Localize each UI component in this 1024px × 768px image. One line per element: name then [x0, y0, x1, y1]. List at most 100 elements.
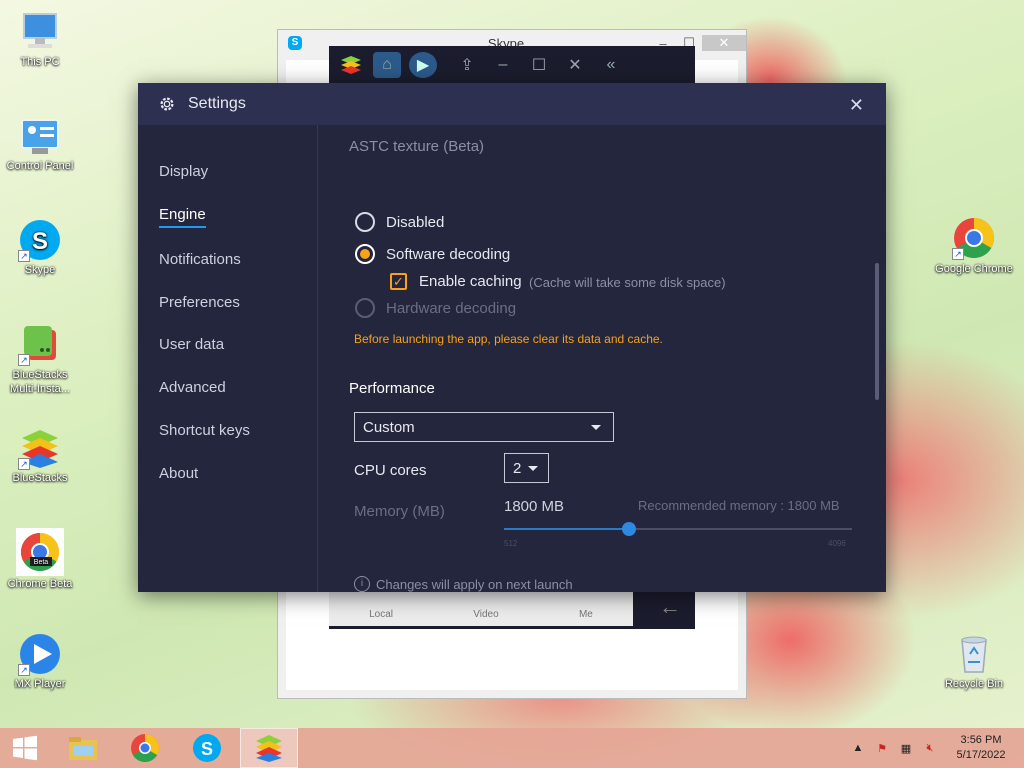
desktop-icon-google-chrome[interactable]: ↗ Google Chrome — [934, 216, 1014, 276]
tab-local[interactable]: Local — [369, 609, 393, 620]
memory-slider-fill — [504, 528, 630, 530]
desktop-icon-control-panel[interactable]: Control Panel — [0, 114, 80, 172]
cpu-cores-value: 2 — [513, 459, 522, 477]
file-explorer-icon — [69, 737, 97, 760]
radio-disabled[interactable] — [355, 212, 375, 232]
performance-heading: Performance — [349, 380, 435, 397]
skype-icon: S — [193, 734, 221, 762]
sidebar-item-user-data[interactable]: User data — [159, 336, 224, 353]
cpu-cores-dropdown[interactable]: 2 — [504, 453, 549, 483]
maximize-icon[interactable]: ☐ — [525, 52, 553, 78]
tab-me[interactable]: Me — [579, 609, 593, 620]
desktop-icon-mx-player[interactable]: ↗ MX Player — [0, 632, 80, 690]
close-icon[interactable]: ✕ — [561, 52, 589, 78]
desktop-icon-this-pc[interactable]: This PC — [0, 10, 80, 68]
bluestacks-multi-icon: ↗ — [18, 322, 62, 366]
close-icon[interactable]: ✕ — [849, 95, 864, 116]
astc-heading: ASTC texture (Beta) — [349, 138, 485, 155]
recycle-bin-icon — [952, 632, 996, 676]
volume-muted-icon[interactable]: 🔇︎ — [921, 742, 939, 755]
enable-caching-label[interactable]: Enable caching — [419, 273, 522, 290]
changes-note: Changes will apply on next launch — [376, 577, 573, 592]
skype-icon: S ↗ — [18, 218, 62, 262]
sidebar-item-display[interactable]: Display — [159, 163, 208, 180]
tab-video[interactable]: Video — [473, 609, 498, 620]
shortcut-arrow-icon: ↗ — [18, 250, 30, 262]
clock-date: 5/17/2022 — [956, 749, 1006, 761]
action-center-flag-icon[interactable]: ⚑ — [873, 742, 891, 755]
clear-cache-warning: Before launching the app, please clear i… — [354, 332, 663, 346]
desktop-icon-bluestacks-multi[interactable]: ↗ BlueStacks Multi-Insta... — [0, 322, 80, 396]
system-tray: ▲ ⚑ ▦ 🔇︎ 3:56 PM 5/17/2022 — [846, 728, 1024, 768]
svg-text:S: S — [32, 228, 48, 255]
settings-sidebar: Display Engine Notifications Preferences… — [138, 125, 318, 592]
settings-main: ASTC texture (Beta) Disabled Software de… — [318, 125, 886, 592]
taskbar-bluestacks[interactable] — [240, 728, 298, 768]
enable-caching-checkbox[interactable]: ✓ — [390, 273, 407, 290]
sidebar-item-engine[interactable]: Engine — [159, 206, 206, 228]
settings-scrollbar[interactable] — [875, 263, 879, 400]
sidebar-item-about[interactable]: About — [159, 465, 198, 482]
chrome-beta-icon: Beta — [16, 528, 64, 576]
slider-max-label: 4096 — [828, 539, 846, 548]
settings-title: Settings — [188, 95, 246, 112]
sidebar-item-notifications[interactable]: Notifications — [159, 251, 241, 268]
slider-min-label: 512 — [504, 539, 518, 548]
memory-slider[interactable] — [504, 522, 852, 536]
desktop-icon-skype[interactable]: S ↗ Skype — [0, 218, 80, 276]
skype-small-icon: S — [288, 36, 302, 50]
taskbar-chrome[interactable] — [116, 728, 174, 768]
close-button[interactable]: ✕ — [702, 35, 746, 51]
radio-disabled-label[interactable]: Disabled — [386, 214, 444, 231]
memory-slider-thumb[interactable] — [622, 522, 637, 536]
beta-badge: Beta — [34, 559, 49, 566]
settings-header: Settings ✕ — [138, 83, 886, 125]
sidebar-item-preferences[interactable]: Preferences — [159, 294, 240, 311]
install-apk-icon[interactable]: ⇪ — [453, 52, 481, 78]
bluestacks-bottom: Local Video Me ← — [329, 590, 695, 629]
network-icon[interactable]: ▦ — [897, 742, 915, 755]
radio-software-decoding[interactable] — [355, 244, 375, 264]
taskbar-clock[interactable]: 3:56 PM 5/17/2022 — [950, 733, 1012, 763]
control-panel-icon — [18, 114, 62, 158]
mx-player-icon: ↗ — [18, 632, 62, 676]
clock-time: 3:56 PM — [960, 734, 1002, 746]
sidebar-item-advanced[interactable]: Advanced — [159, 379, 226, 396]
svg-text:S: S — [201, 739, 213, 759]
desktop-icon-label: Google Chrome — [935, 263, 1013, 275]
bluestacks-icon: ↗ — [18, 426, 62, 470]
taskbar-skype[interactable]: S — [178, 728, 236, 768]
radio-software-decoding-label[interactable]: Software decoding — [386, 246, 510, 263]
chevron-down-icon — [528, 465, 538, 471]
taskbar-file-explorer[interactable] — [54, 728, 112, 768]
radio-hardware-decoding[interactable] — [355, 298, 375, 318]
back-arrow-icon[interactable]: ← — [659, 594, 681, 620]
start-button[interactable] — [0, 728, 50, 768]
desktop-icon-label: Skype — [24, 264, 56, 276]
taskbar: S ▲ ⚑ ▦ 🔇︎ 3:56 PM 5/17/2022 — [0, 728, 1024, 768]
gear-icon — [160, 97, 174, 111]
performance-preset-dropdown[interactable]: Custom — [354, 412, 614, 442]
home-icon[interactable]: ⌂ — [373, 52, 401, 78]
minimize-icon[interactable]: – — [489, 52, 517, 78]
desktop-icon-chrome-beta[interactable]: Beta Chrome Beta — [0, 528, 80, 590]
desktop-icon-recycle-bin[interactable]: Recycle Bin — [934, 632, 1014, 690]
radio-hardware-decoding-label: Hardware decoding — [386, 300, 517, 317]
chrome-icon: ↗ — [952, 216, 996, 260]
collapse-icon[interactable]: « — [597, 52, 625, 78]
bluestacks-logo-icon[interactable] — [337, 52, 365, 78]
desktop-icon-bluestacks[interactable]: ↗ BlueStacks — [0, 426, 80, 484]
play-icon[interactable]: ▶ — [409, 52, 437, 78]
desktop-icon-label: BlueStacks — [12, 472, 68, 484]
show-hidden-icons-icon[interactable]: ▲ — [849, 742, 867, 754]
desktop-icon-label: This PC — [20, 56, 60, 68]
sidebar-item-shortcut-keys[interactable]: Shortcut keys — [159, 422, 250, 439]
chevron-down-icon — [591, 424, 601, 430]
shortcut-arrow-icon: ↗ — [952, 248, 964, 260]
shortcut-arrow-icon: ↗ — [18, 664, 30, 676]
bluestacks-icon — [256, 735, 282, 762]
caching-note: (Cache will take some disk space) — [529, 275, 726, 290]
info-icon: i — [354, 576, 370, 592]
chrome-icon — [131, 734, 159, 762]
cpu-cores-label: CPU cores — [354, 462, 427, 479]
